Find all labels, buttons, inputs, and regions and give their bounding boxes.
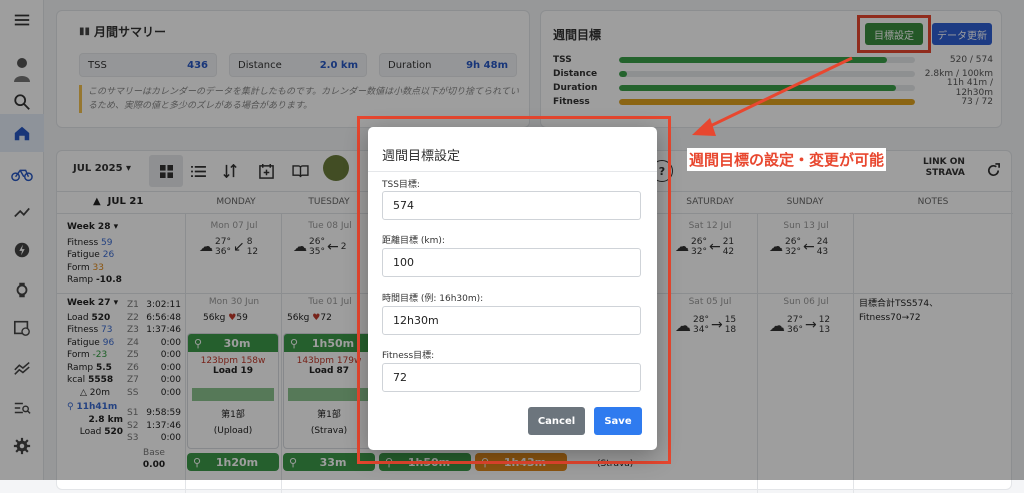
distance-goal-input[interactable]: 100: [382, 248, 641, 277]
fitness-goal-input[interactable]: 72: [382, 363, 641, 392]
cancel-button[interactable]: Cancel: [528, 407, 585, 435]
tss-goal-input[interactable]: 574: [382, 191, 641, 220]
modal-title: 週間目標設定: [382, 149, 461, 164]
weekly-goal-modal: 週間目標設定 TSS目標: 574 距離目標 (km): 100 時間目標 (例…: [368, 127, 657, 450]
annotation-callout: 週間目標の設定・変更が可能: [687, 148, 887, 171]
time-goal-label: 時間目標 (例: 16h30m):: [382, 294, 484, 304]
time-goal-input[interactable]: 12h30m: [382, 306, 641, 335]
tss-goal-label: TSS目標:: [382, 180, 420, 190]
save-button[interactable]: Save: [594, 407, 642, 435]
annotation-arrow: [692, 56, 853, 136]
distance-goal-label: 距離目標 (km):: [382, 236, 445, 246]
fitness-goal-label: Fitness目標:: [382, 351, 435, 361]
divider: [368, 171, 657, 172]
